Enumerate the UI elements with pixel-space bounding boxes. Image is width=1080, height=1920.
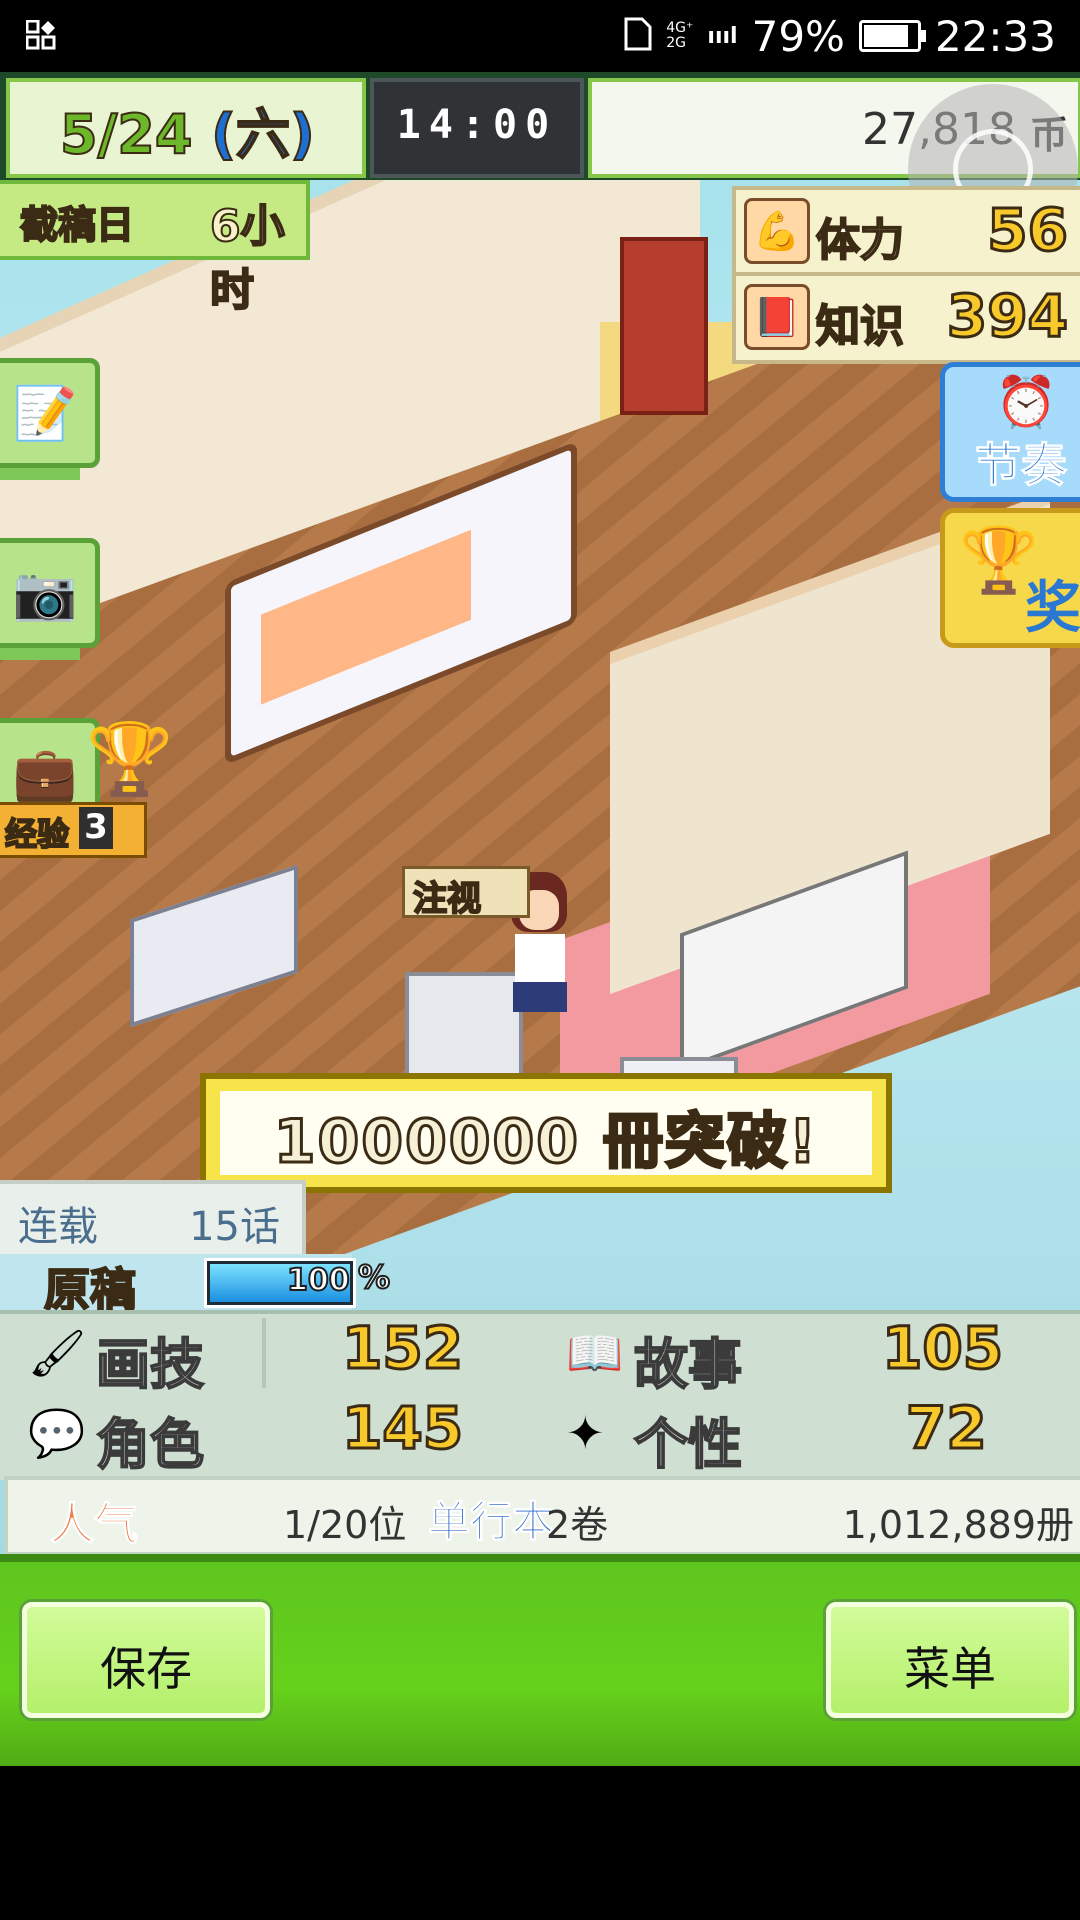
deadline-value: 6小时 bbox=[209, 200, 286, 317]
navigation-area bbox=[0, 1766, 1080, 1920]
experience-value: 3 bbox=[79, 807, 113, 849]
date-weekday: (六) bbox=[210, 102, 315, 167]
clock: 22:33 bbox=[934, 11, 1056, 61]
drawing-label: 画技 bbox=[95, 1332, 205, 1397]
time-display: 14:00 bbox=[370, 78, 584, 178]
drawing-desk-icon: 🖌 bbox=[28, 1326, 87, 1380]
open-book-icon: 📖 bbox=[566, 1326, 624, 1380]
red-door bbox=[620, 237, 708, 415]
battery-icon bbox=[858, 20, 926, 52]
status-bar: 4G⁺ 2G ıııl 79% 22:33 bbox=[0, 0, 1080, 72]
rhythm-button[interactable]: ⏰ 节奏 bbox=[940, 362, 1080, 502]
character-label: 角色 bbox=[95, 1412, 205, 1477]
sparkle-icon: ✦ bbox=[566, 1406, 605, 1460]
popularity-rank: 1/20位 bbox=[283, 1503, 407, 1547]
battery-percent: 79% bbox=[751, 11, 845, 61]
save-button[interactable]: 保存 bbox=[22, 1602, 270, 1718]
serial-label: 连载 bbox=[18, 1204, 98, 1250]
personality-label: 个性 bbox=[633, 1412, 743, 1477]
alarm-clock-icon: ⏰ bbox=[995, 373, 1058, 431]
drawing-value: 152 bbox=[340, 1313, 464, 1384]
personality-stat: ✦ 个性 72 bbox=[566, 1393, 1046, 1478]
stamina-label: 体力 bbox=[815, 214, 905, 267]
edit-pen-icon: 📝 bbox=[12, 383, 78, 444]
story-value: 105 bbox=[880, 1313, 1004, 1384]
knowledge-value: 394 bbox=[945, 281, 1069, 352]
save-label: 保存 bbox=[100, 1642, 192, 1696]
serial-episodes: 15话 bbox=[189, 1204, 280, 1250]
popularity-label: 人气 bbox=[50, 1499, 139, 1551]
drawing-stat: 🖌 画技 152 bbox=[28, 1313, 478, 1398]
book-icon: 📕 bbox=[744, 284, 810, 350]
briefcase-icon: 💼 bbox=[12, 743, 78, 804]
serial-panel: 连载 15话 bbox=[0, 1180, 306, 1258]
award-label: 奖 bbox=[1025, 576, 1080, 641]
date-day: /24 bbox=[97, 102, 194, 167]
award-button[interactable]: 🏆 奖 bbox=[940, 508, 1080, 648]
attention-tag: 注视 bbox=[402, 866, 530, 920]
attention-label: 注视 bbox=[412, 878, 482, 920]
menu-label: 菜单 bbox=[904, 1642, 996, 1696]
story-stat: 📖 故事 105 bbox=[566, 1313, 1046, 1398]
character-stat: 💬 角色 145 bbox=[28, 1393, 478, 1478]
rhythm-label: 节奏 bbox=[975, 438, 1068, 493]
muscle-icon: 💪 bbox=[744, 198, 810, 264]
network-type: 4G⁺ 2G bbox=[666, 20, 694, 51]
camera-icon: 📷 bbox=[12, 563, 78, 624]
manuscript-progress-bar: 100 bbox=[204, 1258, 356, 1308]
app-grid-icon bbox=[25, 19, 56, 50]
sales-count: 1,012,889册 bbox=[842, 1503, 1074, 1547]
date-month: 5 bbox=[59, 102, 99, 167]
deadline-label: 截稿日 bbox=[19, 202, 135, 248]
knowledge-stat: 📕 知识 394 bbox=[732, 272, 1080, 364]
milestone-text: 1000000 冊突破! bbox=[272, 1106, 819, 1179]
menu-button[interactable]: 菜单 bbox=[826, 1602, 1074, 1718]
speech-bubble-icon: 💬 bbox=[28, 1406, 86, 1460]
volumes-label: 单行本 bbox=[427, 1497, 555, 1547]
experience-badge: 经验 3 bbox=[0, 802, 147, 858]
bottom-action-bar: 保存 菜单 bbox=[0, 1554, 1080, 1780]
camera-button[interactable]: 📷 bbox=[0, 538, 100, 648]
knowledge-label: 知识 bbox=[815, 300, 905, 353]
game-clock: 14:00 bbox=[396, 102, 558, 148]
date-display: 5/24 (六) bbox=[6, 78, 366, 178]
notes-button[interactable]: 📝 bbox=[0, 358, 100, 468]
popularity-row: 人气 1/20位 单行本 2卷 1,012,889册 bbox=[4, 1476, 1080, 1556]
milestone-banner: 1000000 冊突破! bbox=[200, 1073, 892, 1193]
deadline-panel: 截稿日 6小时 bbox=[0, 180, 310, 317]
sim-icon bbox=[624, 12, 652, 61]
stamina-stat: 💪 体力 56 bbox=[732, 186, 1080, 278]
volumes-count: 2卷 bbox=[546, 1503, 609, 1547]
personality-value: 72 bbox=[905, 1393, 989, 1464]
gold-trophy-icon: 🏆 bbox=[86, 718, 174, 800]
character-value: 145 bbox=[340, 1393, 464, 1464]
manuscript-progress-unit: % bbox=[357, 1257, 391, 1297]
manuscript-progress-text: 100 bbox=[286, 1262, 351, 1299]
experience-label: 经验 bbox=[4, 814, 70, 854]
signal-icon: ıııl bbox=[707, 23, 738, 49]
stamina-value: 56 bbox=[986, 195, 1070, 266]
story-label: 故事 bbox=[633, 1332, 743, 1397]
